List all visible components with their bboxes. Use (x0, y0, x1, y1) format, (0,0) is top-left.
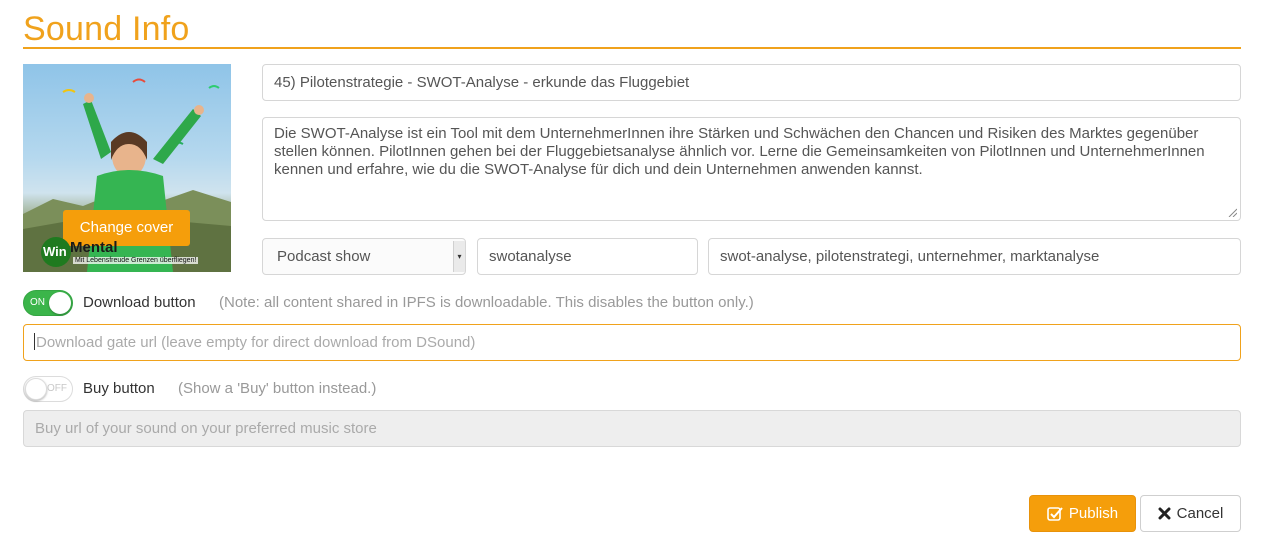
toggle-knob (25, 378, 47, 400)
toggle-knob (49, 292, 71, 314)
publish-label: Publish (1068, 505, 1119, 522)
download-gate-placeholder: Download gate url (leave empty for direc… (36, 334, 476, 351)
download-label: Download button (83, 294, 196, 311)
close-icon (1158, 507, 1171, 520)
category-select[interactable]: Podcast show ▾ (262, 238, 466, 275)
brand-mental: Mental (70, 238, 118, 256)
download-toggle-state: ON (30, 297, 45, 308)
buy-note: (Show a 'Buy' button instead.) (178, 380, 377, 397)
buy-toggle[interactable]: OFF (23, 376, 73, 402)
resize-grip-icon[interactable] (1228, 208, 1237, 217)
main-tag-input[interactable]: swotanalyse (477, 238, 698, 275)
dropdown-arrow-icon: ▾ (453, 241, 465, 272)
download-note: (Note: all content shared in IPFS is dow… (219, 294, 754, 311)
page-title: Sound Info (23, 10, 190, 48)
title-divider (23, 47, 1241, 49)
brand-tagline: Mit Lebensfreude Grenzen überfliegen! (73, 257, 199, 264)
description-textarea[interactable]: Die SWOT-Analyse ist ein Tool mit dem Un… (262, 117, 1241, 221)
sound-title-input[interactable]: 45) Pilotenstrategie - SWOT-Analyse - er… (262, 64, 1241, 101)
tags-input[interactable]: swot-analyse, pilotenstrategi, unternehm… (708, 238, 1241, 275)
brand-win: Win (41, 237, 71, 267)
download-toggle[interactable]: ON (23, 290, 73, 316)
buy-label: Buy button (83, 380, 155, 397)
check-square-icon (1047, 506, 1063, 522)
cancel-button[interactable]: Cancel (1140, 495, 1241, 532)
publish-button[interactable]: Publish (1029, 495, 1136, 532)
category-selected: Podcast show (277, 248, 371, 265)
buy-url-input[interactable]: Buy url of your sound on your preferred … (23, 410, 1241, 447)
cancel-label: Cancel (1176, 505, 1224, 522)
cover-image: Change cover Win Mental Mit Lebensfreude… (23, 64, 231, 272)
text-caret (34, 333, 35, 350)
download-gate-input[interactable]: Download gate url (leave empty for direc… (23, 324, 1241, 361)
buy-toggle-state: OFF (47, 383, 67, 394)
description-text: Die SWOT-Analyse ist ein Tool mit dem Un… (274, 125, 1205, 178)
